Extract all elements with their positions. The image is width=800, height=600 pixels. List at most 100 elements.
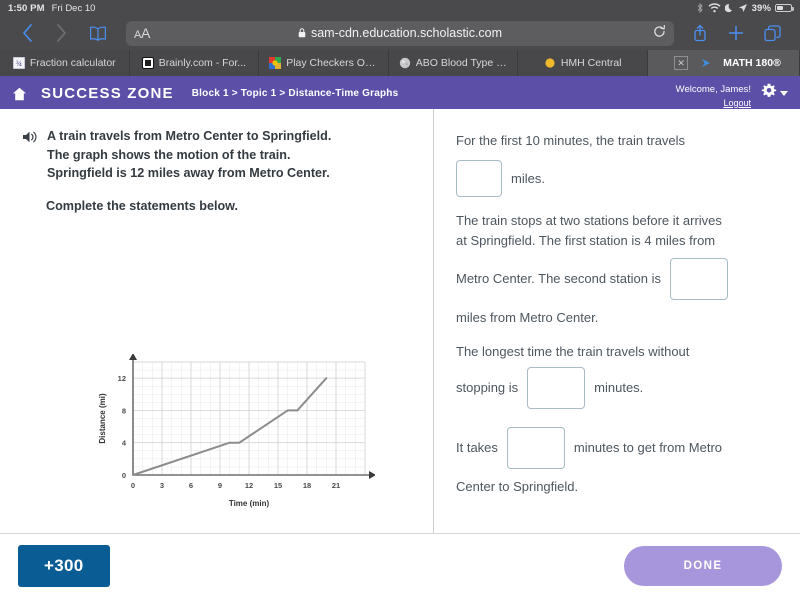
blood-type-icon [399,57,410,69]
x-tick-label: 21 [332,481,340,490]
bluetooth-icon [696,2,704,14]
hmh-icon [545,58,555,68]
location-arrow-icon [738,3,748,13]
statement-2-line-2: at Springfield. The first station is 4 m… [456,233,716,249]
x-tick-label: 15 [274,481,282,490]
share-button[interactable] [682,18,718,48]
done-button[interactable]: DONE [624,545,782,586]
points-badge: +300 [18,544,110,587]
statement-3: The longest time the train travels witho… [456,342,782,409]
back-button[interactable] [10,18,44,48]
brainly-icon [141,57,154,69]
statement-4-line-2: Center to Springfield. [456,478,579,494]
x-axis-arrow [369,471,376,479]
math180-icon [702,59,711,67]
app-brand-title: SUCCESS ZONE [41,85,174,102]
tab-label: Play Checkers On... [286,57,378,69]
tab-math-180[interactable]: ✕ MATH 180® [647,50,800,76]
y-tick-label: 0 [122,471,126,480]
status-date: Fri Dec 10 [51,2,96,14]
show-tabs-button[interactable] [754,18,790,48]
y-tick-label: 12 [118,374,126,383]
answer-input-4[interactable] [506,426,565,469]
statement-3-answer-row: stopping is minutes. [456,366,782,409]
text-size-button[interactable]: AA [134,25,150,41]
prompt-row: A train travels from Metro Center to Spr… [22,127,411,183]
tab-play-checkers[interactable]: Play Checkers On... [259,50,389,76]
tab-label: Fraction calculator [29,57,116,69]
new-tab-button[interactable] [718,18,754,48]
safari-toolbar: AA sam-cdn.education.scholastic.com [0,16,800,50]
header-right-group: Welcome, James! Logout [676,79,788,108]
statement-3-suffix: minutes. [594,379,644,395]
main-content: A train travels from Metro Center to Spr… [0,109,800,534]
statement-4-answer-row: It takes minutes to get from Metro [456,426,782,469]
statement-2-line-3: Metro Center. The second station is [456,271,661,287]
statement-2: The train stops at two stations before i… [456,211,782,328]
app-header: SUCCESS ZONE Block 1 > Topic 1 > Distanc… [0,78,800,109]
statement-1-suffix: miles. [511,170,545,186]
y-tick-label: 4 [122,439,127,448]
settings-menu[interactable] [761,83,788,104]
x-tick-label: 9 [218,481,222,490]
tab-label: Brainly.com - For... [158,57,247,69]
left-pane: A train travels from Metro Center to Spr… [0,109,433,533]
tab-label: HMH Central [560,57,622,69]
status-time: 1:50 PM [8,2,45,14]
statement-3-line-1: The longest time the train travels witho… [456,343,690,359]
tab-abo-blood-type[interactable]: ABO Blood Type I... [389,50,519,76]
statement-1-line-1: For the first 10 minutes, the train trav… [456,133,686,148]
question-instruction: Complete the statements below. [46,198,238,213]
url-bar[interactable]: AA sam-cdn.education.scholastic.com [126,20,674,46]
x-tick-label: 12 [245,481,253,490]
statement-1: For the first 10 minutes, the train trav… [456,131,782,198]
status-bar-right: 39% [696,2,794,14]
do-not-disturb-moon-icon [724,3,734,13]
home-icon[interactable] [12,87,27,101]
user-block: Welcome, James! Logout [676,79,751,108]
tab-label: MATH 180® [723,57,781,69]
x-tick-label: 0 [131,481,135,490]
chevron-down-icon[interactable] [780,90,788,96]
checkers-icon [269,57,282,69]
answer-input-1[interactable] [456,160,502,198]
y-axis-arrow [129,353,137,360]
bookmarks-button[interactable] [78,18,118,48]
x-tick-label: 3 [160,481,164,490]
answer-input-3[interactable] [527,366,586,409]
speaker-icon[interactable] [22,130,38,149]
tab-brainly[interactable]: Brainly.com - For... [130,50,260,76]
url-display: sam-cdn.education.scholastic.com [126,26,674,40]
breadcrumb: Block 1 > Topic 1 > Distance-Time Graphs [191,88,399,99]
statement-1-answer-row: miles. [456,160,782,198]
statement-3-prefix: stopping is [456,379,519,395]
x-axis-label: Time (min) [229,499,270,508]
battery-percent-label: 39% [751,2,771,14]
logout-link[interactable]: Logout [676,98,751,108]
x-tick-label: 18 [303,481,311,490]
battery-icon [775,3,794,13]
tab-fraction-calculator[interactable]: ¾ Fraction calculator [0,50,130,76]
wifi-icon [708,3,721,13]
distance-time-graph: 0 3 6 9 12 15 18 21 0 4 8 12 Time (min) Distance (mi) [95,353,376,514]
reload-button[interactable] [653,24,666,42]
status-bar-left: 1:50 PM Fri Dec 10 [8,3,95,14]
close-icon[interactable]: ✕ [674,56,689,70]
forward-button [44,18,78,48]
statement-2-answer-row: Metro Center. The second station is [456,258,782,301]
statement-4-suffix: minutes to get from Metro [573,439,723,455]
browser-tab-bar: ¾ Fraction calculator Brainly.com - For.… [0,50,800,78]
tab-hmh-central[interactable]: HMH Central [518,50,648,76]
statement-4-prefix: It takes [456,439,498,455]
gear-icon[interactable] [761,83,777,104]
chart-svg: 0 3 6 9 12 15 18 21 0 4 8 12 Time (min) Distance (mi) [98,353,376,508]
svg-text:¾: ¾ [16,59,22,68]
answer-input-2[interactable] [669,258,728,301]
lock-icon [298,28,306,38]
ios-status-bar: 1:50 PM Fri Dec 10 39% [0,0,800,16]
statement-2-line-4: miles from Metro Center. [456,310,599,326]
url-text: sam-cdn.education.scholastic.com [310,26,503,40]
welcome-message: Welcome, James! [675,84,751,96]
statement-2-line-1: The train stops at two stations before i… [456,213,722,229]
fraction-icon: ¾ [12,57,25,69]
